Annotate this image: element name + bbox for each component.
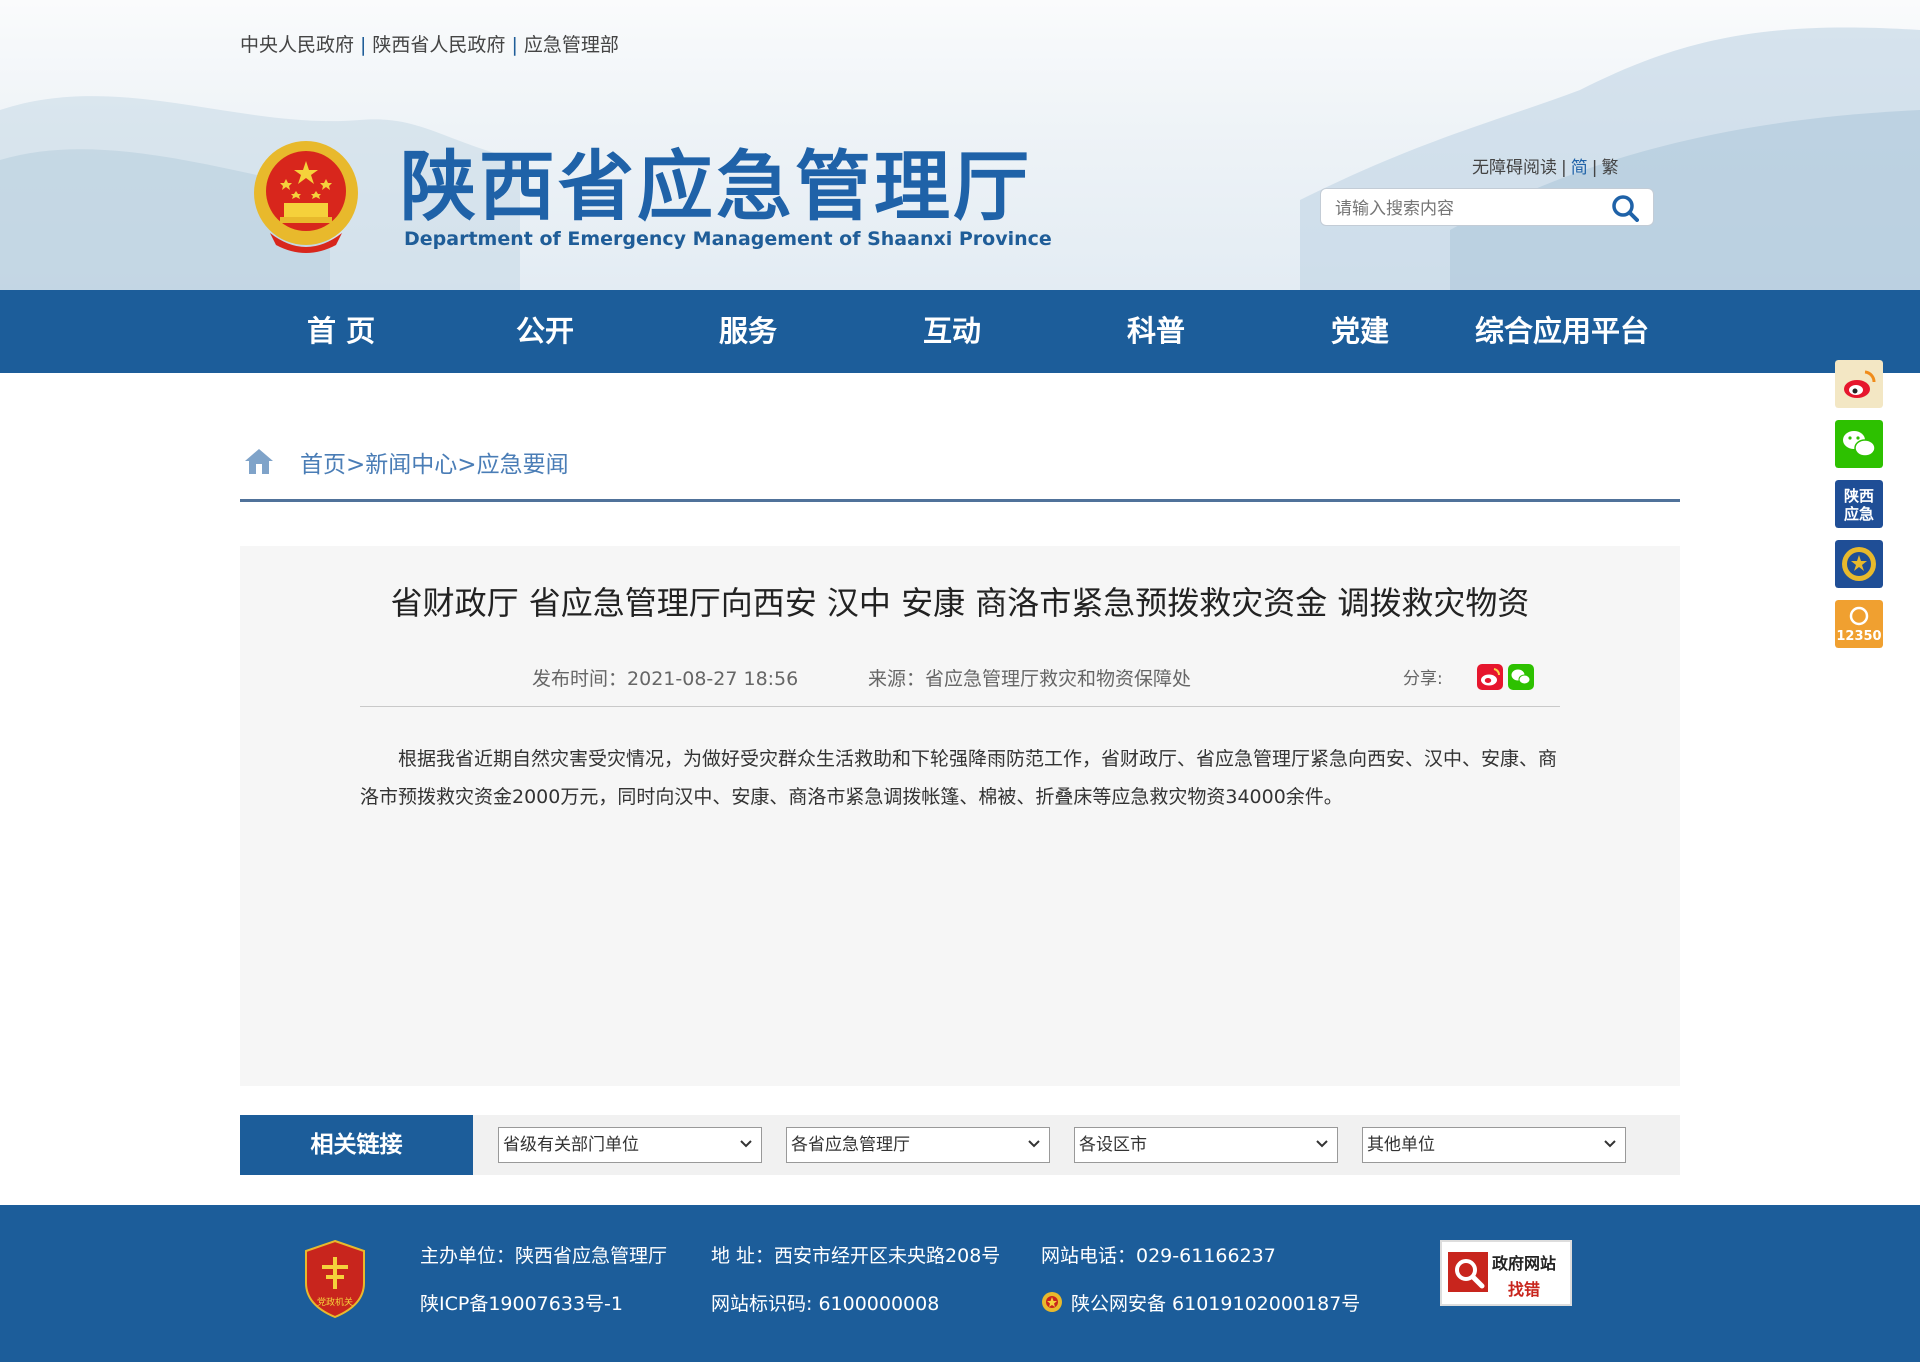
footer-icp[interactable]: 陕ICP备19007633号-1: [420, 1289, 623, 1316]
nav-party[interactable]: 党建: [1331, 290, 1389, 373]
search-box: [1320, 188, 1654, 226]
breadcrumb-separator: >: [457, 452, 477, 478]
site-header: 中央人民政府 | 陕西省人民政府 | 应急管理部 陕西省应急管理厅 Department…: [0, 0, 1920, 290]
party-government-badge-icon[interactable]: 党政机关: [302, 1239, 368, 1319]
site-footer: 党政机关 主办单位：陕西省应急管理厅 地 址：西安市经开区未央路208号 网站电…: [0, 1205, 1920, 1362]
select-value: 其他单位: [1367, 1135, 1435, 1155]
accessibility-links: 无障碍阅读 | 简 | 繁: [1472, 153, 1618, 178]
nav-home[interactable]: 首 页: [307, 290, 375, 373]
divider: |: [1591, 158, 1598, 178]
share-label: 分享:: [1403, 669, 1443, 689]
breadcrumb: 首页>新闻中心>应急要闻: [240, 445, 1680, 487]
share-wechat-icon[interactable]: [1508, 664, 1534, 690]
divider: |: [1561, 158, 1567, 178]
breadcrumb-divider: [240, 499, 1680, 502]
date-label: 发布时间：: [532, 668, 628, 690]
chevron-down-icon: [1316, 1140, 1328, 1148]
police-badge-icon: [1042, 1292, 1062, 1312]
fire-rescue-icon[interactable]: [1835, 540, 1883, 588]
select-value: 各设区市: [1079, 1135, 1147, 1155]
find-error-line2: 找错: [1508, 1280, 1541, 1299]
footer-host: 主办单位：陕西省应急管理厅: [420, 1245, 668, 1267]
share-weibo-icon[interactable]: [1477, 664, 1503, 690]
find-error-button[interactable]: 政府网站 找错: [1440, 1240, 1572, 1306]
related-links-label: 相关链接: [240, 1115, 473, 1175]
home-icon: [245, 449, 273, 474]
footer-address: 地 址：西安市经开区未央路208号: [711, 1245, 1001, 1267]
divider: |: [360, 34, 367, 56]
article-date: 发布时间：2021-08-27 18:56: [532, 664, 798, 691]
source-value: 省应急管理厅救灾和物资保障处: [925, 668, 1192, 690]
footer-police-record[interactable]: 陕公网安备 61019102000187号: [1071, 1289, 1360, 1316]
select-provincial-emergency-depts[interactable]: 各省应急管理厅: [786, 1127, 1050, 1163]
top-link-shaanxi-gov[interactable]: 陕西省人民政府: [372, 34, 505, 56]
select-value: 省级有关部门单位: [503, 1135, 639, 1155]
weibo-icon[interactable]: [1835, 360, 1883, 408]
search-icon[interactable]: [1611, 194, 1639, 222]
nav-science[interactable]: 科普: [1127, 290, 1185, 373]
select-other-units[interactable]: 其他单位: [1362, 1127, 1626, 1163]
hotline-12350-icon[interactable]: 12350: [1835, 600, 1883, 648]
simplified-chinese-link[interactable]: 简: [1571, 158, 1588, 178]
select-value: 各省应急管理厅: [791, 1135, 910, 1155]
national-emblem-icon: [254, 141, 358, 253]
breadcrumb-emergency-news[interactable]: 应急要闻: [477, 452, 569, 478]
site-title-cn: 陕西省应急管理厅: [400, 142, 1032, 231]
select-cities[interactable]: 各设区市: [1074, 1127, 1338, 1163]
date-value: 2021-08-27 18:56: [627, 668, 799, 690]
party-badge-text: 党政机关: [317, 1296, 353, 1308]
breadcrumb-home[interactable]: 首页: [300, 452, 346, 478]
nav-platform[interactable]: 综合应用平台: [1475, 290, 1649, 373]
breadcrumb-separator: >: [346, 452, 366, 478]
search-input[interactable]: [1333, 195, 1597, 223]
footer-phone: 网站电话：029-61166237: [1041, 1245, 1276, 1267]
top-links: 中央人民政府 | 陕西省人民政府 | 应急管理部: [240, 30, 619, 57]
related-links-bar: 相关链接 省级有关部门单位 各省应急管理厅 各设区市 其他单位: [240, 1115, 1680, 1175]
nav-open[interactable]: 公开: [516, 290, 574, 373]
nav-interaction[interactable]: 互动: [923, 290, 981, 373]
shaanxi-emergency-icon[interactable]: 陕西 应急: [1835, 480, 1883, 528]
site-title-en: Department of Emergency Management of Sh…: [404, 228, 1052, 250]
nav-service[interactable]: 服务: [719, 290, 777, 373]
top-link-central-gov[interactable]: 中央人民政府: [240, 34, 354, 56]
select-provincial-departments[interactable]: 省级有关部门单位: [498, 1127, 762, 1163]
article-body: 根据我省近期自然灾害受灾情况，为做好受灾群众生活救助和下轮强降雨防范工作，省财政…: [360, 748, 1558, 808]
chevron-down-icon: [1604, 1140, 1616, 1148]
wechat-icon[interactable]: [1835, 420, 1883, 468]
shaanxi-icon-text-2: 应急: [1844, 505, 1874, 523]
shaanxi-icon-text-1: 陕西: [1844, 487, 1874, 505]
article-divider: [360, 706, 1560, 707]
traditional-chinese-link[interactable]: 繁: [1601, 158, 1618, 178]
article-title: 省财政厅 省应急管理厅向西安 汉中 安康 商洛市紧急预拨救灾资金 调拨救灾物资: [390, 584, 1530, 622]
footer-site-code: 网站标识码: 6100000008: [711, 1293, 940, 1315]
main-nav: 首 页 公开 服务 互动 科普 党建 综合应用平台: [0, 290, 1920, 373]
source-label: 来源：: [868, 668, 926, 690]
divider: |: [511, 34, 518, 56]
breadcrumb-trail: 首页>新闻中心>应急要闻: [300, 445, 569, 479]
hotline-icon-text: 12350: [1836, 629, 1881, 644]
barrier-free-link[interactable]: 无障碍阅读: [1472, 158, 1557, 178]
find-error-line1: 政府网站: [1492, 1254, 1557, 1273]
chevron-down-icon: [740, 1140, 752, 1148]
article-source: 来源：省应急管理厅救灾和物资保障处: [868, 664, 1191, 691]
top-link-mem[interactable]: 应急管理部: [524, 34, 619, 56]
breadcrumb-news-center[interactable]: 新闻中心: [365, 452, 457, 478]
article-panel: 省财政厅 省应急管理厅向西安 汉中 安康 商洛市紧急预拨救灾资金 调拨救灾物资 …: [240, 546, 1680, 1086]
chevron-down-icon: [1028, 1140, 1040, 1148]
magnifier-icon: [1448, 1252, 1488, 1292]
